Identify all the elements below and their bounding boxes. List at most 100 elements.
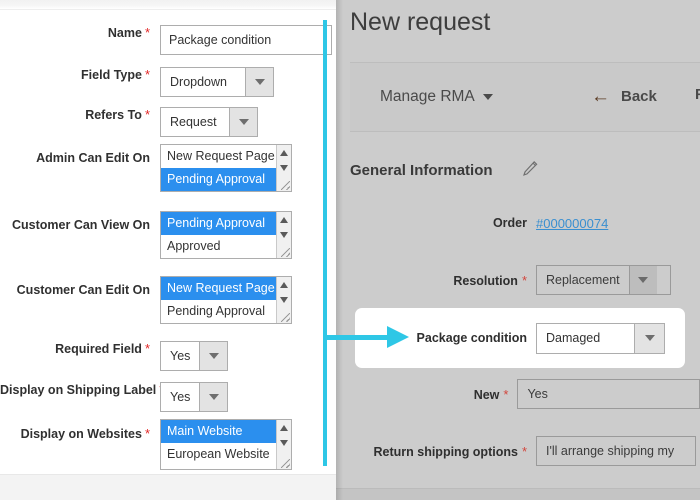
scroll-up-arrow-icon[interactable] [280,282,288,288]
order-number-link[interactable]: #000000074 [536,216,608,231]
refers-to-select[interactable]: Request [160,107,258,137]
list-item[interactable]: European Website [161,443,291,466]
form-row-refers-to: Refers To * Request [0,107,336,137]
display-on-shipping-label-value: Yes [170,390,191,404]
label-display-on-shipping-label: Display on Shipping Label* [0,382,164,398]
control-field-type: Dropdown [160,67,274,97]
list-item[interactable]: Main Website [161,420,291,443]
label-field-type: Field Type * [81,67,150,82]
chevron-down-icon[interactable] [229,108,257,136]
scroll-down-arrow-icon[interactable] [280,440,288,446]
admin-can-edit-on-multiselect[interactable]: New Request Page Pending Approval [160,144,292,192]
annotation-arrow-head-icon [387,326,409,348]
required-field-select[interactable]: Yes [160,341,228,371]
scroll-up-arrow-icon[interactable] [280,150,288,156]
storefront-row-order: Order #000000074 [336,210,700,236]
chevron-down-icon[interactable] [634,323,664,353]
label-admin-can-edit-on: Admin Can Edit On [36,151,150,165]
form-row-customer-can-edit-on: Customer Can Edit On New Request Page Pe… [0,276,336,324]
list-item[interactable]: Approved [161,235,291,258]
required-star: * [144,426,150,441]
control-required-field: Yes [160,341,228,371]
scroll-down-arrow-icon[interactable] [280,297,288,303]
control-customer-can-edit-on: New Request Page Pending Approval [160,276,292,324]
back-button[interactable]: ← Back [591,86,657,108]
control-display-on-shipping-label: Yes [160,382,228,412]
form-row-customer-can-view-on: Customer Can View On Pending Approval Ap… [0,211,336,259]
storefront-row-new: New * Yes [336,378,700,410]
scroll-up-arrow-icon[interactable] [280,425,288,431]
required-star: * [503,386,509,402]
label-display-on-websites: Display on Websites * [20,426,150,441]
chevron-down-icon[interactable] [199,383,227,411]
scroll-down-arrow-icon[interactable] [280,165,288,171]
arrow-left-icon: ← [591,86,610,107]
manage-rma-menu[interactable]: Manage RMA [380,88,493,106]
admin-form-body: Name * Package condition Field Type * Drop… [0,11,336,474]
resize-grip-icon[interactable] [281,313,290,322]
resolution-select[interactable]: Replacement [536,265,671,295]
pencil-icon[interactable] [521,160,539,178]
form-row-display-on-websites: Display on Websites * Main Website Europe… [0,419,336,470]
resize-grip-icon[interactable] [281,248,290,257]
list-item[interactable]: New Request Page [161,277,291,300]
label-customer-can-edit-on: Customer Can Edit On [16,283,150,297]
field-type-value: Dropdown [170,75,227,89]
resolution-value: Replacement [546,273,620,287]
storefront-bottom-band [336,488,700,500]
label-name: Name * [107,25,150,40]
chevron-down-icon[interactable] [628,266,657,294]
name-input[interactable]: Package condition [160,25,332,55]
scroll-down-arrow-icon[interactable] [280,232,288,238]
scroll-up-arrow-icon[interactable] [280,217,288,223]
customer-can-view-on-multiselect[interactable]: Pending Approval Approved [160,211,292,259]
storefront-row-resolution: Resolution * Replacement [336,264,700,296]
required-star: * [144,341,150,356]
refers-to-value: Request [170,115,217,129]
form-row-required-field: Required Field * Yes [0,341,336,371]
field-type-select[interactable]: Dropdown [160,67,274,97]
list-item[interactable]: Pending Approval [161,212,291,235]
required-star: * [144,25,150,40]
resize-grip-icon[interactable] [281,181,290,190]
control-name: Package condition [160,25,332,55]
customer-can-edit-on-multiselect[interactable]: New Request Page Pending Approval [160,276,292,324]
required-star: * [144,107,150,122]
list-item[interactable]: New Request Page [161,145,291,168]
label-new: New * [473,386,509,402]
page-title: New request [350,8,491,36]
return-shipping-options-input[interactable]: I'll arrange shipping my [536,436,696,466]
admin-attribute-form-panel: Name * Package condition Field Type * Drop… [0,0,336,500]
storefront-row-return-shipping-options: Return shipping options * I'll arrange sh… [336,435,700,467]
chevron-down-icon[interactable] [245,68,273,96]
label-resolution: Resolution * [453,272,527,288]
storefront-rma-panel: New request Manage RMA ← Back R General I… [336,0,700,500]
package-condition-select[interactable]: Damaged [536,322,665,354]
manage-rma-label: Manage RMA [380,88,475,105]
label-refers-to: Refers To * [85,107,150,122]
control-customer-can-view-on: Pending Approval Approved [160,211,292,259]
new-input[interactable]: Yes [517,379,700,409]
form-row-field-type: Field Type * Dropdown [0,67,336,97]
chevron-down-icon[interactable] [199,342,227,370]
back-label: Back [621,88,657,105]
list-item[interactable]: Pending Approval [161,300,291,323]
screenshot-root: Name * Package condition Field Type * Drop… [0,0,700,500]
section-title: General Information [350,162,493,179]
admin-panel-bottom-band [0,474,336,500]
toolbar-cutoff-button[interactable]: R [695,86,700,103]
display-on-shipping-label-select[interactable]: Yes [160,382,228,412]
label-customer-can-view-on: Customer Can View On [12,218,150,232]
label-required-field: Required Field * [55,341,150,356]
display-on-websites-multiselect[interactable]: Main Website European Website [160,419,292,470]
label-return-shipping-options: Return shipping options * [373,443,528,459]
chevron-down-icon [482,93,493,100]
required-field-value: Yes [170,349,191,363]
control-refers-to: Request [160,107,258,137]
annotation-vertical-line [323,20,327,466]
label-order: Order [492,216,527,230]
form-row-name: Name * Package condition [0,25,336,55]
list-item[interactable]: Pending Approval [161,168,291,191]
resize-grip-icon[interactable] [281,459,290,468]
form-row-admin-can-edit-on: Admin Can Edit On New Request Page Pendi… [0,144,336,192]
